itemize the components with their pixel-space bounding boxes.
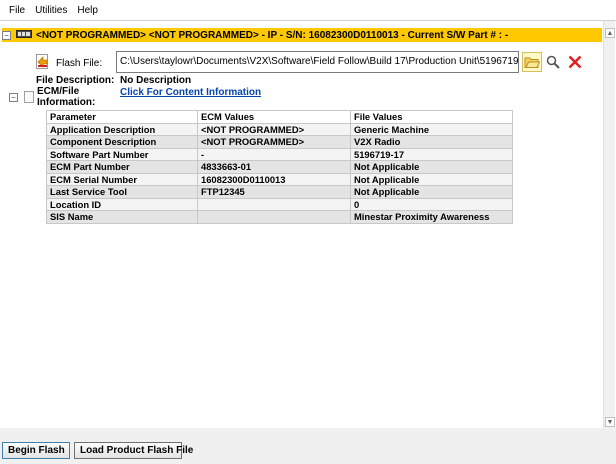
flash-file-label-group: Flash File: [36,54,102,72]
cell-parameter: Software Part Number [46,147,198,161]
table-row: Application Description <NOT PROGRAMMED>… [46,122,513,136]
clear-button[interactable] [565,52,585,72]
open-file-button[interactable] [522,52,542,72]
cell-ecm-value: <NOT PROGRAMMED> [197,122,351,136]
flash-file-icon [36,54,50,72]
cell-parameter: Location ID [46,197,198,211]
scroll-up-icon[interactable]: ▲ [605,28,615,38]
load-product-flash-file-button[interactable]: Load Product Flash File [74,442,193,459]
ecm-collapse-icon[interactable]: − [9,93,18,102]
cell-file-value: Generic Machine [350,122,513,136]
file-description-value: No Description [120,75,192,86]
search-button[interactable] [543,52,563,72]
table-row: ECM Serial Number 16082300D0110013 Not A… [46,172,513,186]
cell-ecm-value: - [197,147,351,161]
cell-ecm-value [197,197,351,211]
cell-file-value: Minestar Proximity Awareness [350,210,513,224]
collapse-icon[interactable]: − [2,30,11,40]
table-header-row: Parameter ECM Values File Values [46,110,513,124]
cell-file-value: Not Applicable [350,172,513,186]
menu-utilities[interactable]: Utilities [30,5,72,16]
cell-ecm-value: 16082300D0110013 [197,172,351,186]
parameter-table: Parameter ECM Values File Values Applica… [46,110,513,224]
flash-panel: − <NOT PROGRAMMED> <NOT PROGRAMMED> - IP… [0,20,616,428]
flash-file-label: Flash File: [56,57,103,69]
close-icon [568,55,582,69]
table-row: Component Description <NOT PROGRAMMED> V… [46,135,513,149]
cell-ecm-value: <NOT PROGRAMMED> [197,135,351,149]
cell-ecm-value: 4833663-01 [197,160,351,174]
search-icon [546,55,560,69]
cell-file-value: 5196719-17 [350,147,513,161]
device-header[interactable]: − <NOT PROGRAMMED> <NOT PROGRAMMED> - IP… [2,28,602,42]
cell-file-value: V2X Radio [350,135,513,149]
scroll-down-icon[interactable]: ▼ [605,417,615,427]
vertical-scrollbar[interactable]: ▲ ▼ [603,21,615,428]
table-row: Last Service Tool FTP12345 Not Applicabl… [46,185,513,199]
table-row: SIS Name Minestar Proximity Awareness [46,210,513,224]
column-header-parameter: Parameter [46,110,198,124]
content-info-link[interactable]: Click For Content Information [120,87,261,98]
table-row: Location ID 0 [46,197,513,211]
folder-open-icon [524,57,540,68]
cell-parameter: Last Service Tool [46,185,198,199]
menu-bar: File Utilities Help [0,0,616,20]
menu-help[interactable]: Help [72,5,103,16]
ecm-info-checkbox[interactable] [24,91,34,103]
begin-flash-button[interactable]: Begin Flash [2,442,70,459]
table-row: Software Part Number - 5196719-17 [46,147,513,161]
cell-file-value: Not Applicable [350,160,513,174]
column-header-file-values: File Values [350,110,513,124]
bottom-toolbar: Begin Flash Load Product Flash File [0,428,616,464]
menu-file[interactable]: File [4,5,30,16]
cell-parameter: Application Description [46,122,198,136]
cell-parameter: SIS Name [46,210,198,224]
flash-file-path-input[interactable]: C:\Users\taylowr\Documents\V2X\Software\… [116,51,519,73]
ecm-info-label: ECM/File Information: [37,86,96,108]
column-header-ecm-values: ECM Values [197,110,351,124]
cell-file-value: 0 [350,197,513,211]
cell-ecm-value [197,210,351,224]
file-description-label: File Description: [36,75,115,86]
cell-parameter: Component Description [46,135,198,149]
table-row: ECM Part Number 4833663-01 Not Applicabl… [46,160,513,174]
device-header-text: <NOT PROGRAMMED> <NOT PROGRAMMED> - IP -… [36,29,509,41]
cell-file-value: Not Applicable [350,185,513,199]
device-icon [16,29,32,42]
cell-parameter: ECM Part Number [46,160,198,174]
cell-ecm-value: FTP12345 [197,185,351,199]
cell-parameter: ECM Serial Number [46,172,198,186]
